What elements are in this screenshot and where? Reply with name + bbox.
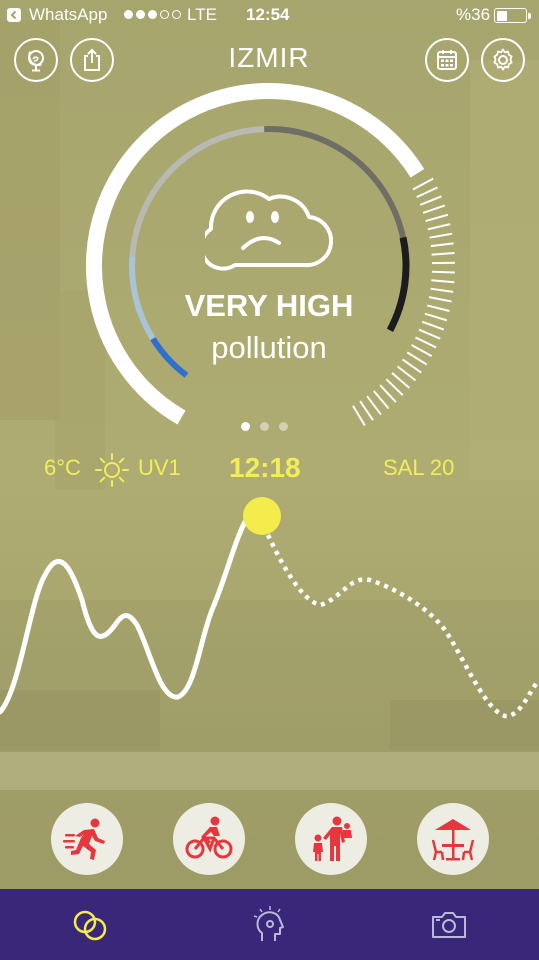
gauge-tick bbox=[430, 242, 454, 248]
nav-camera-tab[interactable] bbox=[427, 903, 471, 947]
running-button[interactable] bbox=[51, 803, 123, 875]
network-type: LTE bbox=[187, 5, 217, 24]
gauge-tick bbox=[385, 378, 404, 396]
battery-percent: %36 bbox=[456, 5, 491, 24]
nav-health-tab[interactable] bbox=[248, 903, 292, 947]
overlapping-circles-icon bbox=[73, 910, 107, 941]
battery-tip bbox=[528, 13, 531, 19]
gauge-tick bbox=[412, 177, 434, 191]
page-dot[interactable] bbox=[260, 422, 269, 431]
gauge-tick bbox=[427, 223, 451, 231]
pollution-label: pollution bbox=[211, 330, 327, 365]
time-scrubber-handle[interactable] bbox=[243, 497, 281, 535]
city-title: IZMIR bbox=[228, 42, 310, 73]
camera-icon bbox=[432, 912, 466, 938]
gauge-tick bbox=[425, 213, 449, 223]
gauge-tick bbox=[431, 270, 455, 274]
share-button[interactable] bbox=[70, 38, 114, 82]
page-dot[interactable] bbox=[279, 422, 288, 431]
gauge-tick bbox=[431, 279, 455, 284]
sun-icon bbox=[95, 453, 129, 487]
family-button[interactable] bbox=[295, 803, 367, 875]
signal-dot bbox=[124, 10, 133, 19]
gauge-tick bbox=[426, 304, 450, 312]
signal-dot bbox=[172, 10, 181, 19]
gauge-tick bbox=[419, 195, 442, 206]
gauge-tick bbox=[379, 384, 397, 403]
gauge-tick bbox=[431, 252, 455, 256]
globe-button[interactable] bbox=[14, 38, 58, 82]
sad-cloud-icon bbox=[205, 189, 333, 271]
temperature: 6°C bbox=[44, 455, 81, 480]
gauge-tick bbox=[391, 372, 411, 389]
selected-time: 12:18 bbox=[229, 452, 301, 483]
gauge-tick bbox=[416, 186, 438, 199]
pollution-level: VERY HIGH bbox=[184, 288, 354, 323]
gauge-tick bbox=[373, 390, 390, 410]
gauge-tick bbox=[359, 400, 374, 421]
status-bar: WhatsApp LTE 12:54 %36 bbox=[0, 0, 539, 30]
app-screen: WhatsApp LTE 12:54 %36 IZMIR VERY HIGH p… bbox=[0, 0, 539, 960]
settings-button[interactable] bbox=[481, 38, 525, 82]
gauge-tick bbox=[421, 320, 445, 331]
back-to-app-icon[interactable] bbox=[7, 8, 21, 22]
battery-icon bbox=[494, 8, 527, 23]
globe-icon bbox=[28, 50, 44, 72]
gauge-tick bbox=[396, 365, 417, 382]
gear-icon bbox=[493, 48, 513, 71]
signal-dot bbox=[160, 10, 169, 19]
forecast-pollution-curve bbox=[265, 534, 539, 719]
page-dot[interactable] bbox=[241, 422, 250, 431]
carrier-label[interactable]: WhatsApp bbox=[29, 5, 107, 25]
past-pollution-curve bbox=[0, 519, 248, 715]
battery-level bbox=[496, 10, 507, 21]
calendar-icon bbox=[437, 50, 457, 70]
nav-overview-tab[interactable] bbox=[68, 903, 112, 947]
family-icon bbox=[313, 816, 352, 861]
gauge-tick bbox=[429, 232, 453, 239]
bottom-navigation bbox=[0, 889, 539, 960]
cycling-icon bbox=[185, 816, 233, 859]
cycling-button[interactable] bbox=[173, 803, 245, 875]
gauge-tick bbox=[424, 312, 448, 322]
signal-strength bbox=[124, 10, 181, 19]
signal-dot bbox=[136, 10, 145, 19]
outdoor-dining-button[interactable] bbox=[417, 803, 489, 875]
status-time: 12:54 bbox=[246, 5, 290, 24]
gauge-tick bbox=[428, 296, 452, 303]
cafe-table-icon bbox=[431, 819, 475, 861]
gauge-tick bbox=[430, 287, 454, 293]
gauge-tick bbox=[366, 395, 382, 416]
page-indicator[interactable] bbox=[241, 422, 288, 431]
signal-dot bbox=[148, 10, 157, 19]
running-icon bbox=[63, 818, 105, 860]
gauge-tick bbox=[422, 204, 446, 214]
head-sensor-icon bbox=[253, 906, 284, 941]
sal-value: SAL 20 bbox=[383, 455, 455, 480]
pollution-timeline[interactable] bbox=[0, 490, 539, 730]
calendar-button[interactable] bbox=[425, 38, 469, 82]
gauge-tick bbox=[352, 405, 366, 426]
share-icon bbox=[84, 48, 100, 71]
uv-index: UV1 bbox=[138, 455, 181, 480]
gauge-tick bbox=[418, 328, 441, 340]
